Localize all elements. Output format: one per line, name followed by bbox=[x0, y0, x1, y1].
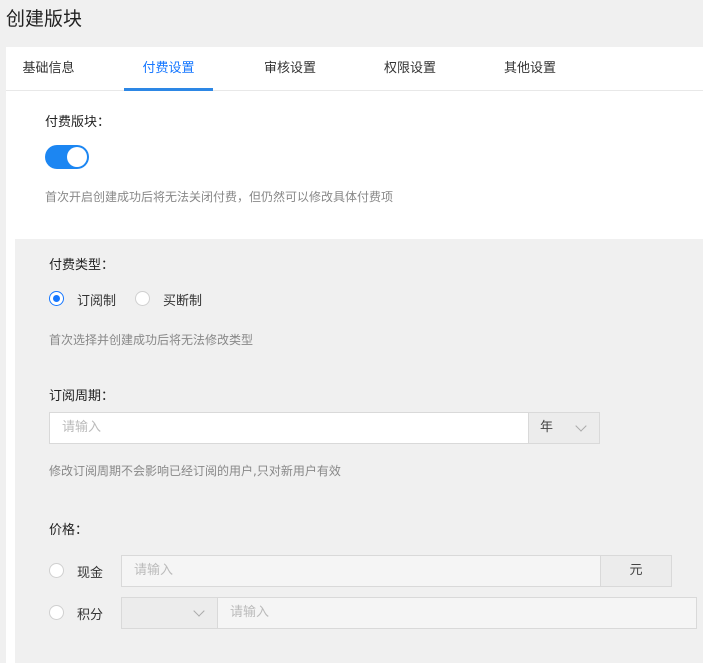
tab-review-settings[interactable]: 审核设置 bbox=[246, 47, 334, 91]
radio-subscription-label: 订阅制 bbox=[77, 294, 117, 309]
period-hint: 修改订阅周期不会影响已经订阅的用户,只对新用户有效 bbox=[49, 464, 341, 478]
period-unit-select[interactable]: 年 bbox=[528, 412, 600, 444]
paid-hint: 首次开启创建成功后将无法关闭付费，但仍然可以修改具体付费项 bbox=[45, 190, 394, 204]
tab-paid-settings[interactable]: 付费设置 bbox=[124, 47, 213, 91]
active-tab-indicator bbox=[124, 88, 213, 91]
tab-basic-info[interactable]: 基础信息 bbox=[6, 47, 91, 91]
toggle-knob bbox=[67, 147, 87, 167]
chevron-down-icon bbox=[193, 605, 205, 617]
points-input[interactable]: 请输入 bbox=[217, 597, 697, 629]
pay-type-label: 付费类型： bbox=[49, 258, 115, 273]
radio-cash[interactable] bbox=[49, 563, 64, 578]
cash-unit-addon: 元 bbox=[600, 555, 672, 587]
page-title: 创建版块 bbox=[6, 8, 83, 30]
tab-other-settings[interactable]: 其他设置 bbox=[486, 47, 574, 91]
period-input[interactable]: 请输入 bbox=[49, 412, 529, 444]
points-type-select[interactable] bbox=[121, 597, 218, 629]
period-label: 订阅周期： bbox=[49, 389, 115, 404]
paid-options-panel: 付费类型： 订阅制 买断制 首次选择并创建成功后将无法修改类型 订阅周期： 请输… bbox=[15, 239, 703, 663]
radio-buyout-label: 买断制 bbox=[163, 294, 203, 309]
radio-points[interactable] bbox=[49, 605, 64, 620]
radio-buyout[interactable] bbox=[135, 291, 150, 306]
period-unit-value: 年 bbox=[540, 420, 554, 435]
form-card: 基础信息 付费设置 审核设置 权限设置 其他设置 付费版块： 首次开启创建成功后… bbox=[6, 47, 703, 663]
pay-type-hint: 首次选择并创建成功后将无法修改类型 bbox=[49, 333, 254, 347]
cash-input[interactable]: 请输入 bbox=[121, 555, 601, 587]
price-label: 价格： bbox=[49, 523, 89, 538]
tab-permission-settings[interactable]: 权限设置 bbox=[366, 47, 454, 91]
tab-bar: 基础信息 付费设置 审核设置 权限设置 其他设置 bbox=[6, 47, 703, 91]
radio-subscription[interactable] bbox=[49, 291, 64, 306]
paid-toggle[interactable] bbox=[45, 145, 89, 169]
paid-section-label: 付费版块： bbox=[45, 115, 111, 130]
chevron-down-icon bbox=[575, 420, 587, 432]
radio-cash-label: 现金 bbox=[77, 566, 104, 581]
radio-points-label: 积分 bbox=[77, 608, 104, 623]
